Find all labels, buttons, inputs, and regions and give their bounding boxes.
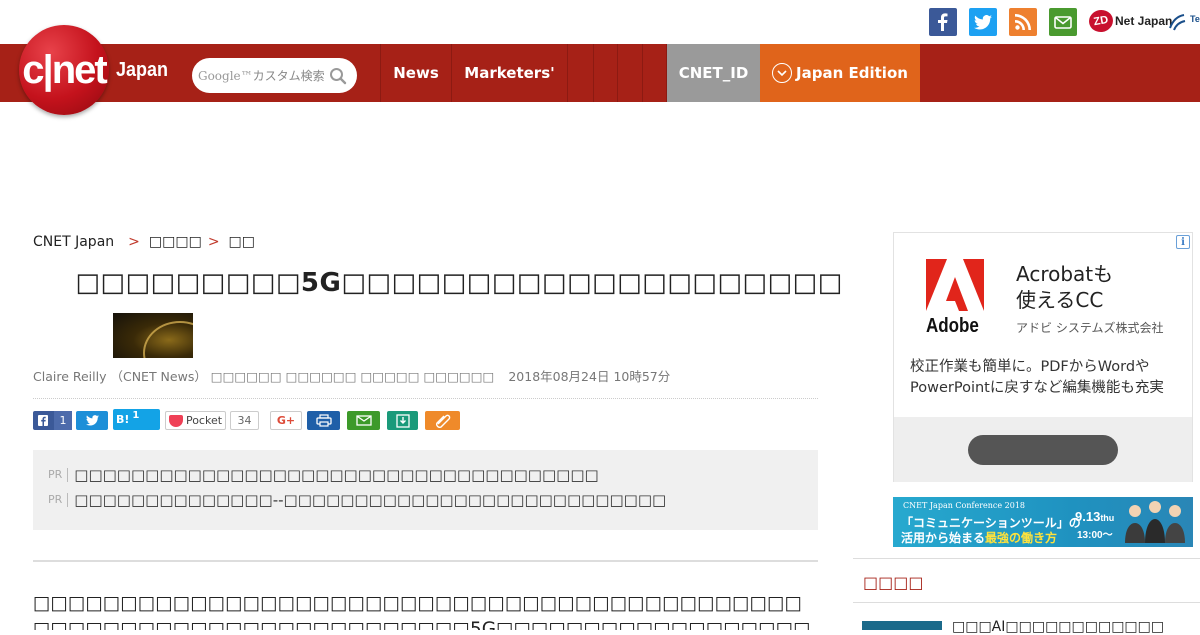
breadcrumb: CNET Japan > □□□□ > □□ — [33, 234, 255, 250]
banner-date-value: 9.13 — [1075, 509, 1101, 524]
article-headline: □□□□□□□□□5G□□□□□□□□□□□□□□□□□□□□ — [75, 268, 843, 298]
ad-cta-button[interactable] — [968, 435, 1118, 465]
techrepublic-logo-icon[interactable]: Te — [1168, 10, 1200, 32]
adchoices-icon[interactable]: i — [1176, 235, 1190, 249]
nav-news[interactable]: News — [380, 44, 451, 102]
facebook-icon — [38, 415, 48, 426]
divider — [33, 398, 818, 399]
zdnet-japan-logo[interactable]: ZD Net Japan — [1087, 8, 1173, 34]
hatena-label: B! — [116, 413, 130, 426]
breadcrumb-category[interactable]: □□ — [229, 234, 255, 250]
adobe-logo-icon — [926, 259, 984, 315]
pr-item[interactable]: PR □□□□□□□□□□□□□□□□□□□□□□□□□□□□□□□□□□□□□ — [48, 466, 599, 484]
breadcrumb-section[interactable]: □□□□ — [149, 234, 202, 250]
sidebar-ad[interactable]: i Adobe Acrobatも 使えるCC アドビ システムズ株式会社 校正作… — [893, 232, 1193, 482]
hatena-count: 1 — [132, 410, 140, 421]
pr-box: PR □□□□□□□□□□□□□□□□□□□□□□□□□□□□□□□□□□□□□… — [33, 450, 818, 530]
ad-headline-line: Acrobatも — [1016, 262, 1114, 286]
rss-icon[interactable] — [1009, 8, 1037, 36]
facebook-icon[interactable] — [929, 8, 957, 36]
pocket-label: Pocket — [185, 414, 223, 427]
sidebar-section-title: □□□□ — [863, 573, 924, 592]
pocket-button[interactable]: Pocket — [165, 411, 226, 430]
twitter-share-button[interactable] — [76, 411, 108, 430]
banner-dow: thu — [1100, 513, 1115, 523]
mail-icon[interactable] — [1049, 8, 1077, 36]
twitter-icon[interactable] — [969, 8, 997, 36]
divider — [853, 602, 1200, 603]
article-thumbnail[interactable] — [113, 313, 193, 358]
cnet-logo-text: c|net — [22, 47, 107, 92]
nav-item-6[interactable] — [642, 44, 667, 102]
breadcrumb-home[interactable]: CNET Japan — [33, 234, 114, 250]
edition-wordmark: Japan — [116, 59, 169, 81]
edition-label: Japan Edition — [796, 64, 908, 82]
pr-item[interactable]: PR □□□□□□□□□□□□□□--□□□□□□□□□□□□□□□□□□□□□… — [48, 491, 666, 509]
svg-text:Te: Te — [1190, 14, 1200, 24]
pr-tag: PR — [48, 468, 69, 482]
banner-time: 13:00〜 — [1077, 530, 1113, 541]
twitter-icon — [85, 415, 99, 426]
adobe-wordmark: Adobe — [926, 315, 979, 337]
cnet-logo[interactable]: c|net — [19, 25, 109, 115]
search-placeholder: Google™カスタム検索 — [198, 67, 325, 84]
byline-authors: Claire Reilly （CNET News） □□□□□□ □□□□□□ … — [33, 369, 495, 384]
article-date: 2018年08月24日 10時57分 — [508, 369, 671, 384]
ad-headline-line: 使えるCC — [1016, 288, 1104, 312]
utility-bar: ZD Net Japan Te — [0, 0, 1200, 44]
banner-date: 9.13thu — [1075, 509, 1114, 524]
ad-headline: Acrobatも 使えるCC — [1016, 261, 1113, 313]
speakers-illustration — [1123, 497, 1187, 547]
download-icon — [395, 413, 410, 428]
pocket-count: 34 — [230, 411, 259, 430]
conference-banner[interactable]: CNET Japan Conference 2018 「コミュニケーションツール… — [893, 497, 1193, 547]
banner-line: 活用から始まる最強の働き方 — [901, 529, 1057, 546]
nav-item-5[interactable] — [617, 44, 642, 102]
nav-item-4[interactable] — [593, 44, 617, 102]
pr-tag: PR — [48, 493, 69, 507]
banner-line-part: 活用から始まる — [901, 531, 986, 545]
hatena-bookmark-button[interactable]: B! 1 — [113, 409, 160, 430]
article-body: □□□□□□□□□□□□□□□□□□□□□□□□□□□□□□□□□□□□□□□□… — [33, 593, 811, 630]
search-input[interactable]: Google™カスタム検索 — [192, 58, 357, 93]
nav-marketers[interactable]: Marketers' — [451, 44, 567, 102]
divider — [853, 558, 1200, 559]
breadcrumb-separator: > — [207, 234, 220, 250]
divider — [33, 560, 818, 562]
google-brand: Google™ — [198, 69, 253, 83]
zdnet-mark: ZD — [1087, 8, 1115, 34]
pr-link[interactable]: □□□□□□□□□□□□□□□□□□□□□□□□□□□□□□□□□□□□□ — [74, 466, 598, 484]
google-plus-button[interactable]: G+ — [270, 411, 302, 430]
chevron-down-icon — [772, 63, 793, 83]
clip-button[interactable] — [425, 411, 460, 430]
banner-conference: CNET Japan Conference 2018 — [903, 501, 1026, 510]
banner-highlight: 最強の働き方 — [985, 531, 1058, 545]
ad-footer — [894, 417, 1192, 482]
cnet-id-button[interactable]: CNET_ID — [667, 44, 760, 102]
search-icon[interactable] — [329, 67, 347, 89]
edition-selector[interactable]: Japan Edition — [760, 44, 920, 102]
sidebar-item-thumbnail[interactable] — [862, 621, 942, 630]
mail-icon — [355, 415, 372, 426]
pocket-icon — [168, 414, 183, 427]
print-button[interactable] — [307, 411, 340, 430]
pr-link[interactable]: □□□□□□□□□□□□□□--□□□□□□□□□□□□□□□□□□□□□□□□… — [74, 491, 666, 509]
facebook-share-count: 1 — [54, 411, 72, 430]
nav-item-3[interactable] — [567, 44, 593, 102]
ad-company: アドビ システムズ株式会社 — [1016, 321, 1164, 335]
article-byline: Claire Reilly （CNET News） □□□□□□ □□□□□□ … — [33, 366, 670, 385]
zdnet-wordmark: Net Japan — [1115, 14, 1173, 28]
sidebar-item-link[interactable]: □□□AI□□□□□□□□□□□□ — [952, 619, 1164, 635]
facebook-share-button[interactable]: 1 — [33, 411, 72, 430]
mail-share-button[interactable] — [347, 411, 380, 430]
save-button[interactable] — [387, 411, 418, 430]
breadcrumb-separator: > — [128, 234, 140, 250]
ad-description: 校正作業も簡単に。PDFからWordやPowerPointに戻すなど編集機能も充… — [910, 359, 1164, 396]
search-placeholder-text: カスタム検索 — [252, 69, 325, 83]
paperclip-icon — [435, 414, 450, 428]
print-icon — [315, 414, 332, 427]
site-header: Japan Google™カスタム検索 News Marketers' CNET… — [0, 44, 1200, 102]
